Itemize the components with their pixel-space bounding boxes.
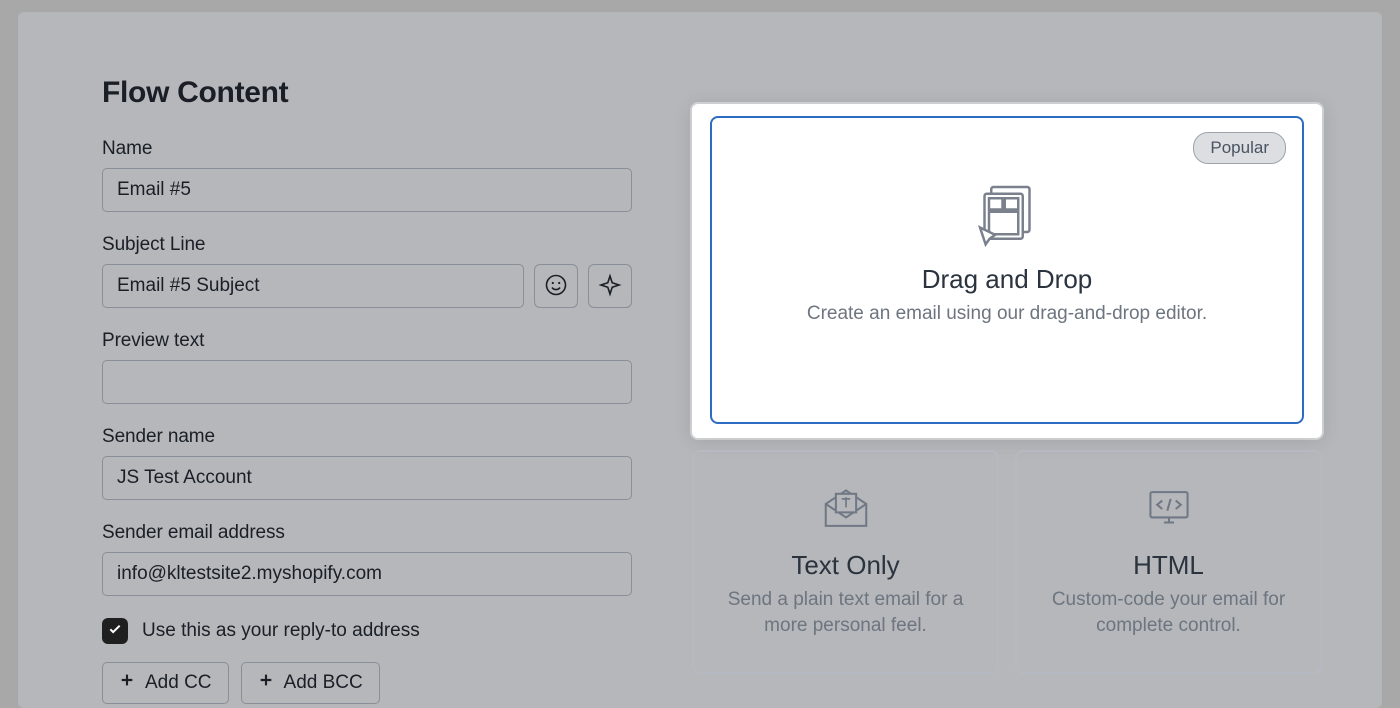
content-type-text-only[interactable]: Text Only Send a plain text email for a …	[692, 450, 999, 674]
plus-icon	[119, 672, 135, 694]
highlight-wrapper: Popular Drag and Drop Creat	[692, 104, 1322, 438]
sender-email-label: Sender email address	[102, 522, 632, 544]
add-cc-label: Add CC	[145, 672, 212, 694]
content-type-column: Popular Drag and Drop Creat	[692, 76, 1322, 708]
sender-email-input[interactable]	[102, 552, 632, 596]
name-label: Name	[102, 138, 632, 160]
field-sender-name: Sender name	[102, 426, 632, 500]
smile-icon	[544, 273, 568, 300]
preview-text-label: Preview text	[102, 330, 632, 352]
drag-drop-title: Drag and Drop	[712, 264, 1302, 295]
form-column: Flow Content Name Subject Line	[102, 76, 632, 708]
add-cc-button[interactable]: Add CC	[102, 662, 229, 704]
name-input[interactable]	[102, 168, 632, 212]
check-icon	[107, 621, 123, 642]
sender-name-label: Sender name	[102, 426, 632, 448]
subject-line-label: Subject Line	[102, 234, 632, 256]
page-title: Flow Content	[102, 76, 632, 110]
text-only-desc: Send a plain text email for a more perso…	[694, 587, 997, 638]
text-only-envelope-icon	[694, 482, 997, 536]
preview-text-input[interactable]	[102, 360, 632, 404]
sender-name-input[interactable]	[102, 456, 632, 500]
popular-badge: Popular	[1193, 132, 1286, 164]
field-preview-text: Preview text	[102, 330, 632, 404]
add-bcc-button[interactable]: Add BCC	[241, 662, 380, 704]
subject-line-input[interactable]	[102, 264, 524, 308]
drag-drop-editor-icon	[712, 178, 1302, 250]
reply-to-label: Use this as your reply-to address	[142, 620, 420, 642]
emoji-picker-button[interactable]	[534, 264, 578, 308]
field-subject-line: Subject Line	[102, 234, 632, 308]
drag-drop-desc: Create an email using our drag-and-drop …	[712, 301, 1302, 327]
reply-to-row: Use this as your reply-to address	[102, 618, 632, 644]
text-only-title: Text Only	[694, 550, 997, 581]
content-type-html[interactable]: HTML Custom-code your email for complete…	[1015, 450, 1322, 674]
add-bcc-label: Add BCC	[284, 672, 363, 694]
page-surface: Flow Content Name Subject Line	[18, 12, 1382, 708]
field-sender-email: Sender email address	[102, 522, 632, 596]
html-monitor-icon	[1017, 482, 1320, 536]
ai-assist-button[interactable]	[588, 264, 632, 308]
html-title: HTML	[1017, 550, 1320, 581]
plus-icon	[258, 672, 274, 694]
field-name: Name	[102, 138, 632, 212]
content-type-drag-drop[interactable]: Popular Drag and Drop Creat	[710, 116, 1304, 424]
reply-to-checkbox[interactable]	[102, 618, 128, 644]
sparkle-icon	[598, 273, 622, 300]
html-desc: Custom-code your email for complete cont…	[1017, 587, 1320, 638]
